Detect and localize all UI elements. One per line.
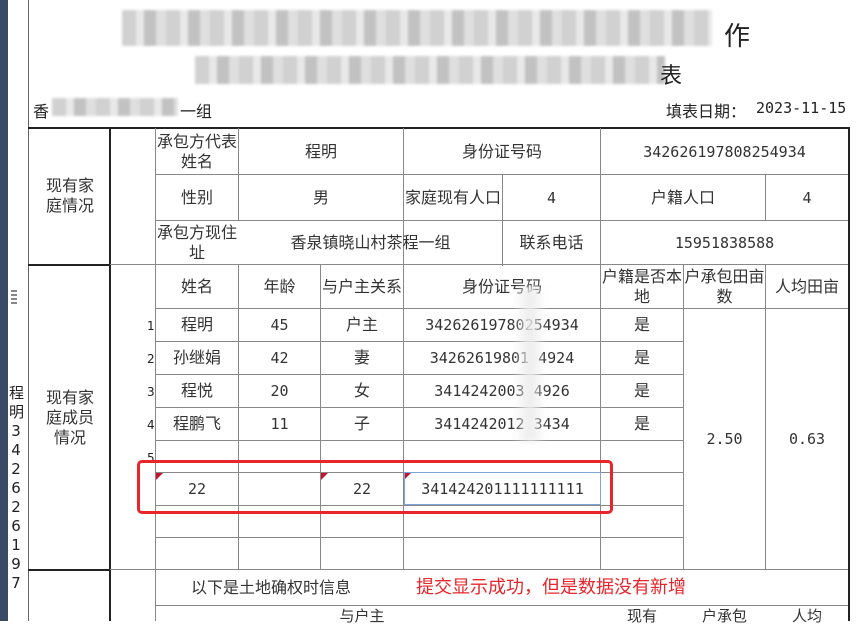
village-suffix: 一组 — [180, 102, 213, 121]
resize-handle[interactable] — [11, 290, 17, 304]
mu-per-person-value[interactable]: 0.63 — [766, 309, 848, 569]
member-age-cell[interactable]: 20 — [239, 375, 320, 407]
registered-count-label: 户籍人口 — [650, 187, 715, 207]
error-annotation: 提交显示成功，但是数据没有新增 — [416, 577, 686, 598]
vertical-char: 2 — [11, 460, 21, 478]
member-relation-cell[interactable]: 妻 — [321, 342, 403, 374]
land-section-label: 以下是土地确权时信息 — [190, 577, 351, 597]
vertical-char: 6 — [11, 479, 21, 497]
vertical-char: 程 — [9, 384, 25, 402]
land-col-mu: 户承包 — [701, 607, 747, 625]
registered-count-value[interactable]: 4 — [766, 175, 848, 220]
vertical-char: 4 — [11, 441, 21, 459]
section-divider — [109, 127, 111, 621]
col-relation: 与户主关系 — [321, 276, 402, 296]
table-right-border — [848, 127, 850, 621]
id-label: 身份证号码 — [461, 141, 542, 161]
vertical-char: 明 — [9, 403, 25, 421]
member-name-cell[interactable]: 程鹏飞 — [156, 408, 238, 440]
col-name: 姓名 — [180, 276, 213, 296]
vertical-char: 3 — [11, 422, 21, 440]
village-prefix: 香 — [33, 102, 50, 121]
member-age-cell[interactable]: 11 — [239, 408, 320, 440]
row-number: 3 — [147, 385, 155, 399]
member-id-cell[interactable]: 34262619801 4924 — [404, 342, 600, 374]
member-age-cell[interactable]: 42 — [239, 342, 320, 374]
family-count-value[interactable]: 4 — [503, 175, 600, 220]
id-value[interactable]: 342626197808254934 — [601, 129, 848, 174]
vertical-char: 9 — [11, 555, 21, 573]
land-col-per: 人均 — [791, 607, 822, 625]
village-redacted — [52, 98, 178, 116]
window-left-edge — [0, 0, 8, 621]
members-section-label: 现有家庭成员情况 — [45, 388, 94, 447]
member-name-cell[interactable]: 程明 — [156, 309, 238, 341]
title-redacted — [122, 10, 712, 46]
member-name-cell[interactable]: 程悦 — [156, 375, 238, 407]
section-split-1 — [28, 264, 110, 266]
phone-value[interactable]: 15951838588 — [601, 221, 848, 264]
page-title: 作 — [724, 22, 751, 52]
row-number: 4 — [147, 418, 155, 432]
col-age: 年龄 — [263, 276, 296, 296]
member-relation-cell[interactable]: 子 — [321, 408, 403, 440]
phone-label: 联系电话 — [519, 232, 584, 252]
date-value: 2023-11-15 — [756, 99, 847, 117]
col-id: 身份证号码 — [461, 276, 542, 296]
member-local-cell[interactable]: 是 — [601, 342, 683, 374]
gender-value[interactable]: 男 — [239, 175, 403, 220]
member-relation-cell[interactable]: 户主 — [321, 309, 403, 341]
member-local-cell[interactable] — [601, 441, 683, 473]
family-count-label: 家庭现有人口 — [404, 187, 501, 207]
gender-label: 性别 — [180, 187, 213, 207]
member-id-cell[interactable]: 34262619780254934 — [404, 309, 600, 341]
member-relation-cell[interactable]: 女 — [321, 375, 403, 407]
member-local-cell[interactable]: 是 — [601, 408, 683, 440]
id-redaction-smear — [514, 286, 546, 442]
rep-name-value[interactable]: 程明 — [239, 129, 403, 174]
member-id-cell[interactable]: 3414242012 3434 — [404, 408, 600, 440]
member-local-cell[interactable]: 是 — [601, 375, 683, 407]
section-split-2 — [28, 569, 110, 571]
land-col-current: 现有 — [626, 607, 657, 625]
address-value[interactable]: 香泉镇晓山村茶程一组 — [239, 221, 502, 264]
member-id-cell[interactable]: 3414242003 4926 — [404, 375, 600, 407]
row-number: 2 — [147, 352, 155, 366]
land-col-relation: 与户主 — [339, 607, 385, 625]
rep-name-label: 承包方代表姓名 — [156, 131, 237, 171]
member-name-cell[interactable]: 孙继娟 — [156, 342, 238, 374]
date-label: 填表日期： — [666, 102, 747, 121]
member-local-cell[interactable]: 是 — [601, 309, 683, 341]
col-mu-per-person: 人均田亩 — [774, 276, 839, 296]
vertical-char: 6 — [11, 517, 21, 535]
col-local: 户籍是否本地 — [601, 266, 682, 306]
vertical-id-text: 程明342626197 — [9, 384, 25, 593]
member-age-cell[interactable]: 45 — [239, 309, 320, 341]
vertical-char: 7 — [11, 574, 21, 592]
page-subtitle: 表 — [660, 64, 683, 89]
subtitle-redacted — [195, 56, 665, 84]
col-mu-total: 户承包田亩数 — [684, 266, 765, 306]
mu-total-value[interactable]: 2.50 — [684, 309, 765, 569]
grid-line — [155, 537, 683, 538]
vertical-char: 1 — [11, 536, 21, 554]
page-left-border — [28, 0, 29, 621]
address-label: 承包方现住址 — [156, 222, 237, 262]
household-section-label: 现有家庭情况 — [45, 176, 94, 215]
vertical-char: 2 — [11, 498, 21, 516]
row-number: 1 — [147, 319, 155, 333]
highlight-box — [137, 460, 613, 514]
